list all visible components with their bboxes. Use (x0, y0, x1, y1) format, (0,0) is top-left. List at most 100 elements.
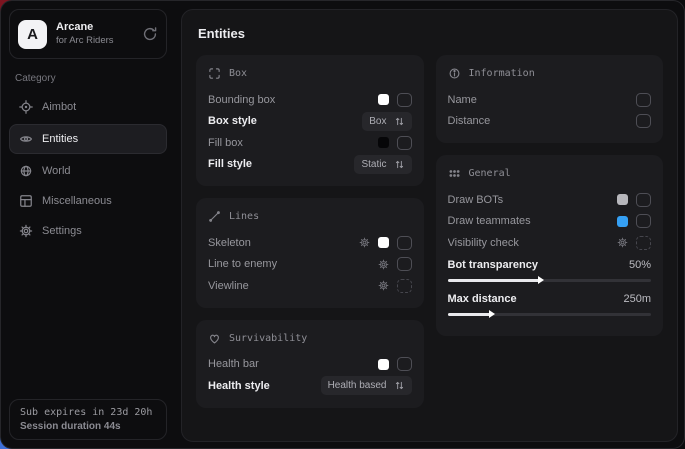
layout-icon (19, 194, 33, 208)
row-settings-gear-icon[interactable] (378, 259, 389, 270)
color-swatch[interactable] (378, 137, 389, 148)
section-header: Information (448, 67, 652, 80)
row-settings-gear-icon[interactable] (378, 280, 389, 291)
row-settings-gear-icon[interactable] (617, 237, 628, 248)
section-title: General (469, 168, 511, 179)
color-swatch[interactable] (378, 237, 389, 248)
slider-value: 250m (623, 293, 651, 305)
entities-icon (19, 132, 33, 146)
survivability-icon (208, 332, 221, 345)
globe-icon (19, 164, 33, 178)
slider-fill (448, 313, 493, 316)
setting-row-viewline: Viewline (208, 275, 412, 297)
slider-value: 50% (629, 259, 651, 271)
setting-label: Box style (208, 115, 362, 127)
checkbox-draw-teammates[interactable] (636, 214, 651, 228)
section-information: Information Name Distance (436, 55, 664, 143)
brand-name: Arcane (56, 21, 133, 35)
checkbox-name[interactable] (636, 93, 651, 107)
page-title: Entities (198, 26, 661, 41)
sidebar-item-label: Entities (42, 133, 78, 145)
setting-row-skeleton: Skeleton (208, 232, 412, 254)
crosshair-icon (19, 100, 33, 114)
checkbox-skeleton[interactable] (397, 236, 412, 250)
color-swatch[interactable] (378, 359, 389, 370)
sidebar-item-label: World (42, 165, 71, 177)
section-header: Survivability (208, 332, 412, 345)
sidebar-item-label: Miscellaneous (42, 195, 112, 207)
sort-arrows-icon (394, 380, 405, 391)
setting-row-distance: Distance (448, 111, 652, 133)
refresh-icon[interactable] (142, 26, 158, 42)
setting-label: Health style (208, 380, 321, 392)
setting-row-fill-style: Fill styleStatic (208, 154, 412, 176)
checkbox-fill-box[interactable] (397, 136, 412, 150)
slider-thumb[interactable] (538, 276, 544, 284)
setting-label: Draw BOTs (448, 194, 618, 206)
brand-initial: A (27, 26, 38, 43)
dropdown-value: Static (361, 159, 386, 170)
color-swatch[interactable] (617, 194, 628, 205)
setting-row-box-style: Box style Box (208, 111, 412, 133)
section-title: Box (229, 68, 247, 79)
sections-column: Information Name Distance General Draw BOTs D… (436, 55, 664, 336)
box-icon (208, 67, 221, 80)
sidebar-item-miscellaneous[interactable]: Miscellaneous (9, 186, 167, 215)
section-header: Lines (208, 210, 412, 223)
checkbox-draw-bots[interactable] (636, 193, 651, 207)
sub-expiry-text: Sub expires in 23d 20h (20, 407, 156, 418)
setting-label: Visibility check (448, 237, 618, 249)
sidebar-nav: Aimbot Entities World Miscellaneous Sett… (9, 92, 167, 246)
checkbox-distance[interactable] (636, 114, 651, 128)
setting-label: Health bar (208, 358, 378, 370)
sort-arrows-icon (394, 116, 405, 127)
app-window: A Arcane for Arc Riders Category Aimbot … (0, 0, 685, 449)
desktop-background: A Arcane for Arc Riders Category Aimbot … (0, 0, 685, 449)
slider-thumb[interactable] (489, 310, 495, 318)
dropdown-health-style[interactable]: Health based (321, 376, 412, 395)
slider-label: Bot transparency (448, 259, 538, 271)
subscription-card: Sub expires in 23d 20h Session duration … (9, 399, 167, 440)
section-lines: Lines Skeleton Line to enemy Viewline (196, 198, 424, 308)
setting-label: Bounding box (208, 94, 378, 106)
sections-column: Box Bounding box Box style Box Fill box Fill … (196, 55, 424, 408)
setting-label: Name (448, 94, 637, 106)
setting-label: Distance (448, 115, 637, 127)
color-swatch[interactable] (378, 94, 389, 105)
checkbox-health-bar[interactable] (397, 357, 412, 371)
sidebar-item-settings[interactable]: Settings (9, 216, 167, 245)
setting-label: Fill box (208, 137, 378, 149)
dropdown-value: Box (369, 116, 386, 127)
setting-label: Line to enemy (208, 258, 378, 270)
section-survivability: Survivability Health bar Health styleHealt… (196, 320, 424, 408)
sidebar-item-entities[interactable]: Entities (9, 124, 167, 154)
section-header: General (448, 167, 652, 180)
setting-row-draw-bots: Draw BOTs (448, 189, 652, 211)
row-settings-gear-icon[interactable] (359, 237, 370, 248)
sidebar: A Arcane for Arc Riders Category Aimbot … (1, 1, 175, 448)
checkbox-bounding-box[interactable] (397, 93, 412, 107)
dropdown-fill-style[interactable]: Static (354, 155, 411, 174)
sidebar-item-aimbot[interactable]: Aimbot (9, 92, 167, 121)
sort-arrows-icon (394, 159, 405, 170)
session-duration-text: Session duration 44s (20, 421, 156, 432)
setting-row-draw-teammates: Draw teammates (448, 211, 652, 233)
section-box: Box Bounding box Box style Box Fill box Fill … (196, 55, 424, 186)
setting-row-fill-box: Fill box (208, 132, 412, 154)
setting-row-line-to-enemy: Line to enemy (208, 254, 412, 276)
color-swatch[interactable] (617, 216, 628, 227)
section-general: General Draw BOTs Draw teammates Visibility… (436, 155, 664, 336)
brand-card: A Arcane for Arc Riders (9, 9, 167, 59)
info-icon (448, 67, 461, 80)
setting-row-health-bar: Health bar (208, 354, 412, 376)
checkbox-visibility-check[interactable] (636, 236, 651, 250)
setting-label: Draw teammates (448, 215, 618, 227)
slider-label: Max distance (448, 293, 517, 305)
dropdown-box-style[interactable]: Box (362, 112, 411, 131)
category-label: Category (15, 73, 161, 84)
checkbox-line-to-enemy[interactable] (397, 257, 412, 271)
sidebar-item-world[interactable]: World (9, 156, 167, 185)
slider-track[interactable] (448, 313, 652, 316)
slider-track[interactable] (448, 279, 652, 282)
checkbox-viewline[interactable] (397, 279, 412, 293)
